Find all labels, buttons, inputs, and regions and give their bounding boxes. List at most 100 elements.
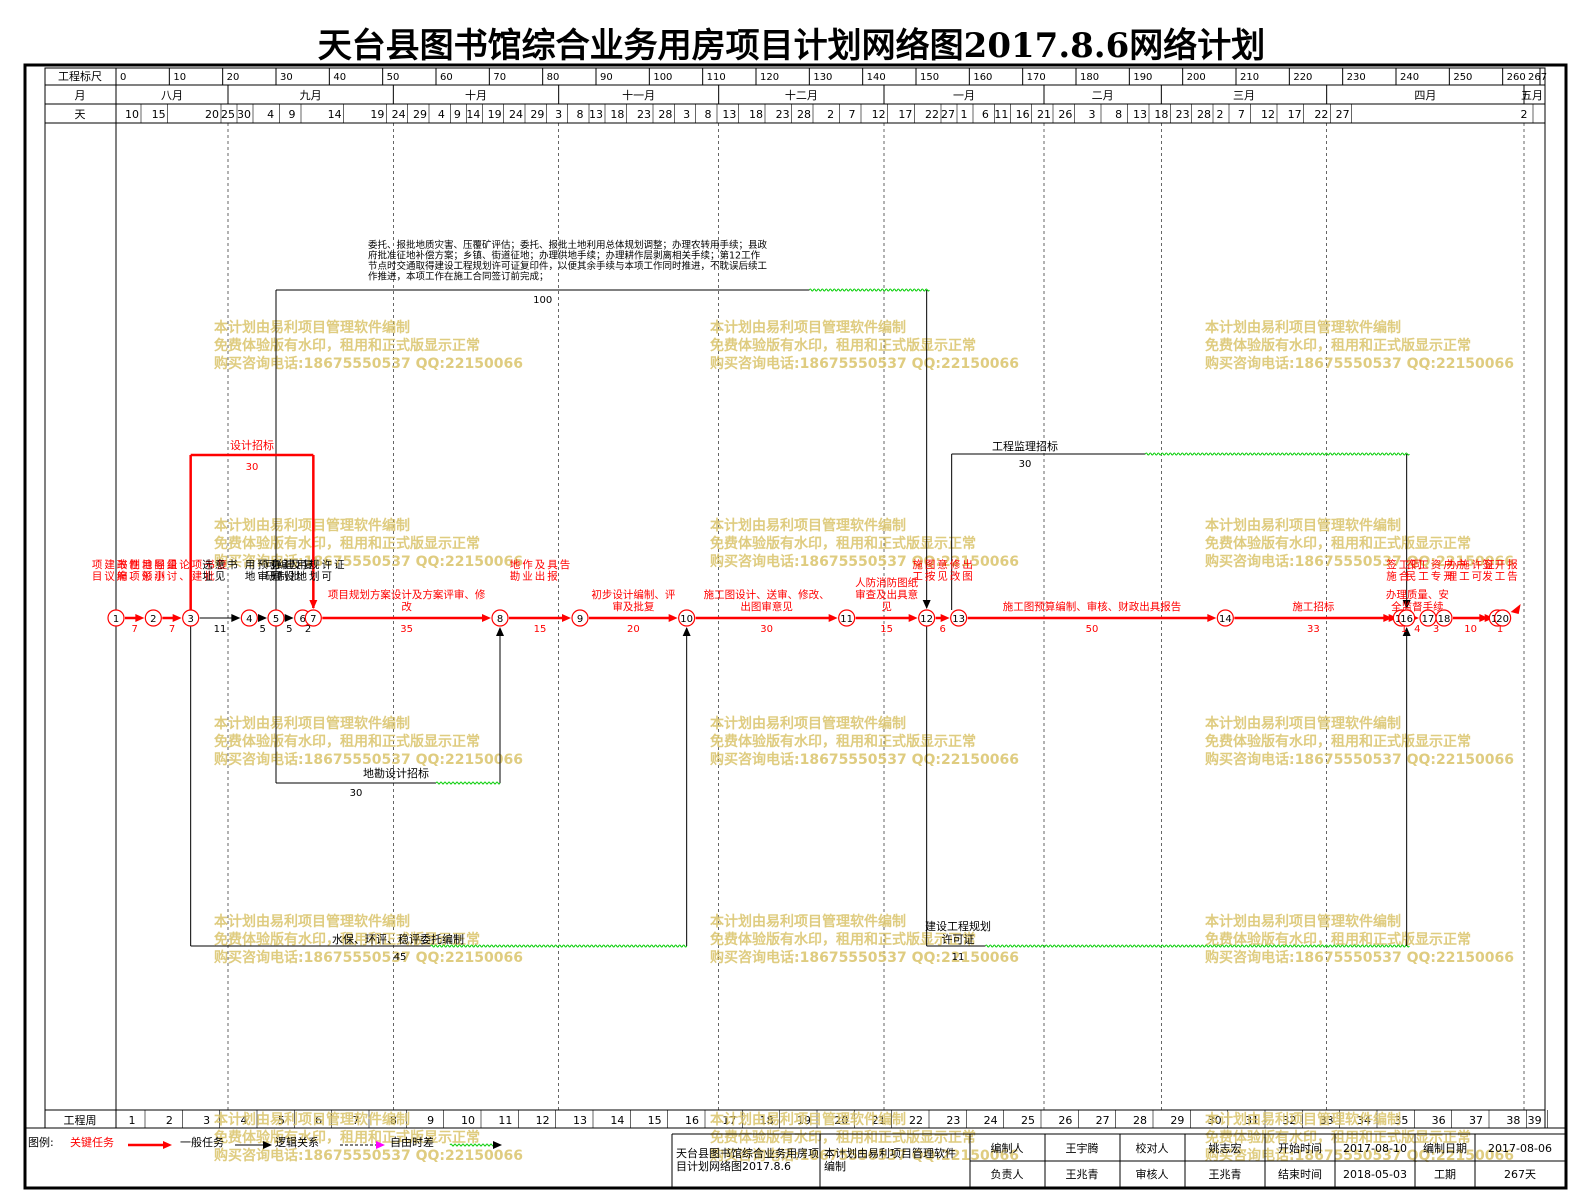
supervision-float — [1144, 452, 1410, 456]
critical-activity-label: 专 — [1431, 570, 1442, 583]
critical-activity-label: 项 — [92, 559, 103, 571]
watermark-text: 本计划由易利项目管理软件编制 — [710, 319, 906, 336]
normal-activity-label: 可 — [322, 571, 333, 583]
critical-activity-label: 初步设计编制、评 — [591, 588, 675, 601]
event-node-number: 20 — [1496, 614, 1509, 625]
day-number: 16 — [1016, 108, 1030, 121]
critical-activity-label: 工 — [1459, 571, 1470, 583]
month-name: 十一月 — [622, 88, 655, 102]
week-number: 28 — [1133, 1114, 1147, 1127]
scale-tick-label: 100 — [653, 72, 672, 83]
week-number: 3 — [203, 1114, 210, 1127]
watermark-text: 本计划由易利项目管理软件编制 — [1205, 517, 1401, 534]
critical-activity-duration: 20 — [627, 624, 640, 635]
critical-activity-label: 出 — [535, 570, 546, 583]
critical-activity-label: 作 — [522, 559, 533, 571]
day-number: 2 — [1521, 108, 1528, 121]
scale-tick-label: 70 — [493, 72, 506, 83]
scale-tick-label: 0 — [120, 72, 126, 83]
critical-activity-label: 图 — [962, 571, 973, 583]
network-diagram: 工程标尺月天0 10 20 30 40 50 60 70 80 90 100 110 120 130 140… — [23, 63, 1568, 1190]
footer-cell: 王兆青 — [1209, 1168, 1242, 1181]
supervision-duration: 30 — [1019, 459, 1032, 470]
critical-activity-label: 办 — [1447, 558, 1458, 571]
critical-activity-label: 工 — [1418, 559, 1429, 571]
month-name: 九月 — [300, 89, 322, 102]
day-number: 22 — [1314, 108, 1328, 121]
legend-critical-label: 关键任务 — [70, 1135, 114, 1149]
normal-activity-label: 证 — [334, 559, 345, 571]
day-number: 18 — [749, 108, 763, 121]
watermark-text: 免费体验版有水印，租用和正式版显示正常 — [710, 733, 976, 750]
week-number: 15 — [648, 1114, 662, 1127]
critical-activity-label: 农 — [1406, 558, 1417, 571]
day-number: 24 — [392, 108, 406, 121]
big-task-float — [808, 288, 930, 292]
day-number: 18 — [610, 108, 624, 121]
event-node-number: 13 — [952, 614, 965, 625]
day-number: 3 — [555, 108, 562, 121]
day-number: 30 — [237, 108, 251, 121]
critical-activity-label: 报 — [1507, 558, 1518, 571]
day-number: 27 — [941, 108, 955, 121]
watermark-text: 本计划由易利项目管理软件编制 — [1205, 319, 1401, 336]
day-number: 3 — [683, 108, 690, 121]
big-task-text: 委托、报批地质灾害、压覆矿评估；委托、报批土地利用总体规划调整；办理农转用手续；… — [368, 239, 768, 251]
normal-activity-label: 理 — [272, 571, 283, 583]
footer-cell: 结束时间 — [1278, 1168, 1322, 1181]
week-number: 27 — [1096, 1114, 1110, 1127]
normal-activity-duration: 5 — [259, 624, 265, 635]
scale-tick-label: 260 — [1507, 72, 1526, 83]
critical-activity-label: 导 — [154, 559, 165, 571]
footer-cell: 2017-08-06 — [1488, 1142, 1552, 1155]
critical-activity-duration: 50 — [1086, 624, 1099, 635]
normal-activity-label: 用 — [245, 559, 256, 571]
week-number: 1 — [129, 1114, 136, 1127]
week-number: 2 — [166, 1114, 173, 1127]
watermark-text: 本计划由易利项目管理软件编制 — [214, 319, 410, 336]
normal-activity-head — [258, 614, 267, 622]
watermark-text: 本计划由易利项目管理软件编制 — [214, 913, 410, 930]
day-number: 3 — [1089, 108, 1096, 121]
critical-activity-label: 领 — [142, 570, 153, 583]
big-task-text: 府批准征地补偿方案；乡镇、街道征地；办理供地手续；办理耕作层剥离相关手续；第12… — [368, 250, 761, 262]
critical-activity-label: 图 — [925, 559, 936, 571]
footer-project-name: 目计划网络图2017.8.6 — [676, 1159, 791, 1173]
week-label: 工程周 — [64, 1114, 97, 1127]
critical-activity-label: 政 — [117, 558, 128, 571]
scale-tick-label: 140 — [867, 72, 886, 83]
scale-tick-label: 190 — [1133, 72, 1152, 83]
normal-activity-label: 规 — [309, 558, 320, 571]
eia-arrow — [682, 627, 691, 636]
critical-activity-label: 议 — [104, 571, 115, 583]
watermark-text: 本计划由易利项目管理软件编制 — [214, 517, 410, 534]
critical-activity-duration: 7 — [169, 624, 175, 635]
normal-activity-label: 设 — [284, 571, 295, 583]
scale-tick-label: 250 — [1453, 72, 1472, 83]
week-number: 12 — [536, 1114, 550, 1127]
watermark-text: 免费体验版有水印，租用和正式版显示正常 — [710, 1129, 976, 1146]
normal-activity-head — [231, 614, 241, 622]
watermark-text: 购买咨询电话:18675550537 QQ:22150066 — [1205, 949, 1514, 966]
day-number: 9 — [289, 108, 296, 121]
normal-activity-label: 书 — [227, 559, 238, 571]
day-number: 19 — [370, 108, 384, 121]
month-name: 五月 — [1521, 89, 1543, 102]
legend-normal-label: 一般任务 — [180, 1136, 224, 1149]
footer-project-name: 天台县图书馆综合业务用房项 — [676, 1146, 819, 1160]
watermark-text: 本计划由易利项目管理软件编制 — [1205, 715, 1401, 732]
critical-activity-label: 可 — [1472, 571, 1483, 583]
watermark-text: 本计划由易利项目管理软件编制 — [214, 1111, 410, 1128]
critical-activity-duration: 3 — [1433, 624, 1439, 635]
scale-tick-label: 200 — [1187, 72, 1206, 83]
scale-tick-label: 230 — [1347, 72, 1366, 83]
week-number: 29 — [1170, 1114, 1184, 1127]
footer-cell: 2018-05-03 — [1343, 1168, 1407, 1181]
day-number: 7 — [849, 108, 856, 121]
day-number: 7 — [1238, 108, 1245, 121]
watermark-text: 免费体验版有水印，租用和正式版显示正常 — [214, 535, 480, 552]
day-number: 26 — [1058, 108, 1072, 121]
critical-activity-label: 工 — [912, 571, 923, 583]
scale-tick-label: 120 — [760, 72, 779, 83]
normal-activity-label: 划 — [309, 570, 320, 583]
